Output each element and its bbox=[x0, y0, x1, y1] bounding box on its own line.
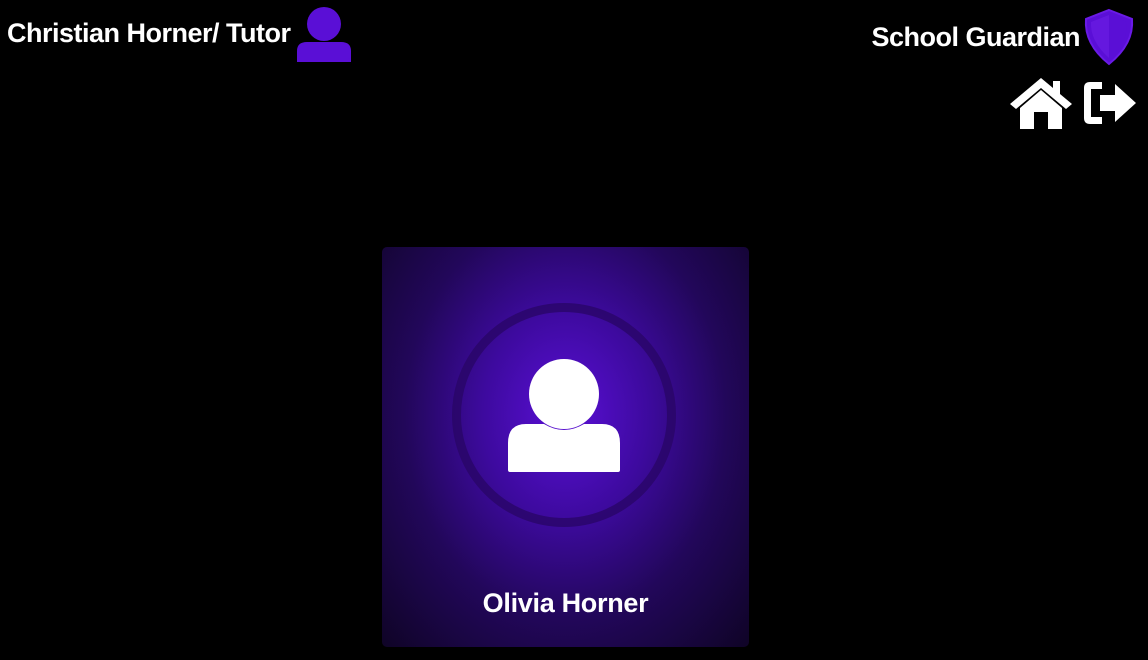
user-icon bbox=[506, 358, 622, 474]
app-name: School Guardian bbox=[871, 21, 1080, 52]
user-icon bbox=[295, 4, 353, 62]
nav-icons bbox=[1008, 76, 1138, 130]
current-user: Christian Horner/ Tutor bbox=[7, 4, 353, 62]
user-label: Christian Horner/ Tutor bbox=[7, 17, 291, 48]
logout-icon[interactable] bbox=[1080, 78, 1138, 128]
home-icon[interactable] bbox=[1008, 76, 1074, 130]
page: Christian Horner/ Tutor School Guardian bbox=[0, 0, 1148, 660]
student-name: Olivia Horner bbox=[482, 588, 649, 618]
app-brand: School Guardian bbox=[871, 8, 1136, 66]
shield-icon bbox=[1082, 8, 1136, 66]
student-card[interactable]: Olivia Horner bbox=[382, 247, 749, 647]
